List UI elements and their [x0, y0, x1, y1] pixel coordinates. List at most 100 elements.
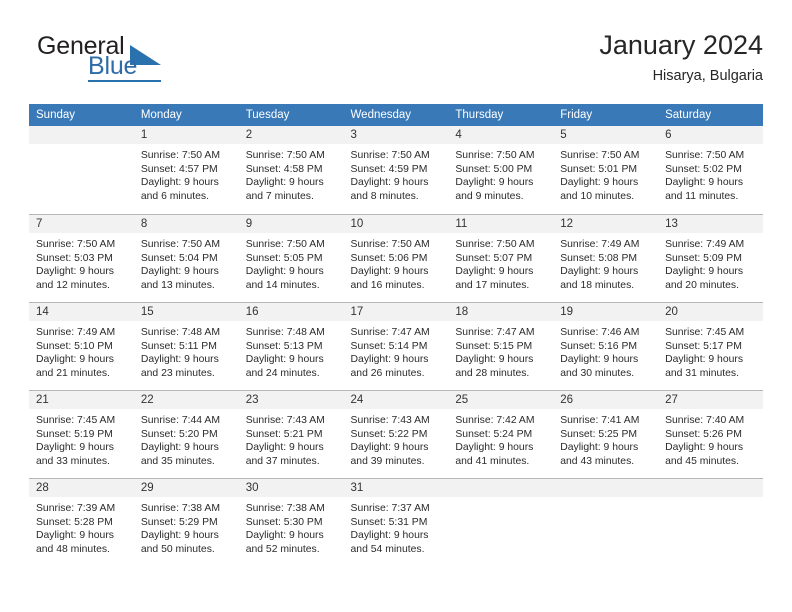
daylight-text-line1: Daylight: 9 hours	[560, 266, 639, 278]
sunrise-text: Sunrise: 7:49 AM	[36, 327, 116, 338]
daylight-text-line1: Daylight: 9 hours	[665, 354, 744, 366]
sunrise-text: Sunrise: 7:43 AM	[245, 415, 325, 426]
daylight-text-line2: and 37 minutes.	[245, 455, 320, 467]
weekday-header-saturday: Saturday	[658, 104, 763, 126]
sunset-text: Sunset: 5:19 PM	[36, 428, 113, 440]
daylight-text-line2: and 50 minutes.	[140, 543, 215, 555]
daylight-text-line2: and 7 minutes.	[245, 190, 314, 202]
page-subtitle: Hisarya, Bulgaria	[652, 68, 763, 84]
logo-word-blue: Blue	[88, 52, 138, 80]
calendar-day-cell[interactable]: 20 Sunrise: 7:45 AM Sunset: 5:17 PM Dayligh…	[658, 302, 763, 390]
daylight-text-line1: Daylight: 9 hours	[455, 177, 534, 189]
calendar-day-cell[interactable]: 18 Sunrise: 7:47 AM Sunset: 5:15 PM Dayligh…	[448, 302, 554, 390]
day-details: Sunrise: 7:42 AM Sunset: 5:24 PM Daylight:…	[448, 409, 553, 468]
day-details: Sunrise: 7:50 AM Sunset: 5:04 PM Daylight:…	[134, 233, 239, 292]
day-details: Sunrise: 7:45 AM Sunset: 5:17 PM Daylight:…	[658, 321, 763, 380]
daylight-text-line1: Daylight: 9 hours	[245, 266, 324, 278]
day-details: Sunrise: 7:38 AM Sunset: 5:30 PM Daylight:…	[239, 497, 344, 556]
day-number: 15	[133, 303, 239, 321]
sunrise-text: Sunrise: 7:50 AM	[455, 239, 535, 250]
calendar-day-cell[interactable]: 12 Sunrise: 7:49 AM Sunset: 5:08 PM Dayligh…	[553, 214, 659, 302]
day-details: Sunrise: 7:44 AM Sunset: 5:20 PM Daylight:…	[134, 409, 239, 468]
daylight-text-line1: Daylight: 9 hours	[665, 266, 744, 278]
calendar-day-cell[interactable]: 29 Sunrise: 7:38 AM Sunset: 5:29 PM Dayligh…	[133, 478, 239, 566]
calendar-day-cell[interactable]: 19 Sunrise: 7:46 AM Sunset: 5:16 PM Dayligh…	[553, 302, 659, 390]
day-number: 17	[343, 303, 449, 321]
day-number: 13	[658, 215, 763, 233]
sunrise-text: Sunrise: 7:50 AM	[560, 150, 640, 161]
calendar-day-cell[interactable]: 10 Sunrise: 7:50 AM Sunset: 5:06 PM Dayligh…	[343, 214, 449, 302]
general-blue-logo[interactable]: General Blue	[29, 32, 229, 90]
calendar-empty-cell	[448, 478, 554, 566]
daylight-text-line1: Daylight: 9 hours	[455, 266, 534, 278]
daylight-text-line1: Daylight: 9 hours	[245, 177, 324, 189]
day-details: Sunrise: 7:39 AM Sunset: 5:28 PM Daylight:…	[29, 497, 134, 556]
daylight-text-line1: Daylight: 9 hours	[350, 266, 429, 278]
calendar-day-cell[interactable]: 22 Sunrise: 7:44 AM Sunset: 5:20 PM Dayligh…	[133, 390, 239, 478]
daylight-text-line2: and 10 minutes.	[560, 190, 635, 202]
calendar-day-cell[interactable]: 25 Sunrise: 7:42 AM Sunset: 5:24 PM Dayligh…	[448, 390, 554, 478]
daylight-text-line1: Daylight: 9 hours	[350, 442, 429, 454]
sunrise-text: Sunrise: 7:50 AM	[245, 239, 325, 250]
calendar-day-cell[interactable]: 23 Sunrise: 7:43 AM Sunset: 5:21 PM Dayligh…	[238, 390, 344, 478]
calendar-day-cell[interactable]: 8 Sunrise: 7:50 AM Sunset: 5:04 PM Daylight…	[133, 214, 239, 302]
calendar-day-cell[interactable]: 30 Sunrise: 7:38 AM Sunset: 5:30 PM Dayligh…	[238, 478, 344, 566]
day-number: 28	[29, 479, 134, 497]
calendar-day-cell[interactable]: 2 Sunrise: 7:50 AM Sunset: 4:58 PM Daylight…	[238, 126, 344, 214]
sunrise-text: Sunrise: 7:50 AM	[455, 150, 535, 161]
sunrise-text: Sunrise: 7:44 AM	[140, 415, 220, 426]
calendar-cell: 24 Sunrise: 7:43 AM Sunset: 5:22 PM Dayligh…	[343, 390, 449, 478]
calendar-day-cell[interactable]: 4 Sunrise: 7:50 AM Sunset: 5:00 PM Daylight…	[448, 126, 554, 214]
day-details: Sunrise: 7:49 AM Sunset: 5:09 PM Daylight:…	[658, 233, 763, 292]
daylight-text-line1: Daylight: 9 hours	[140, 266, 219, 278]
calendar-cell: 17 Sunrise: 7:47 AM Sunset: 5:14 PM Dayligh…	[343, 302, 449, 390]
day-number: 4	[448, 126, 554, 144]
weekday-header-monday: Monday	[133, 104, 239, 126]
calendar-day-cell[interactable]: 31 Sunrise: 7:37 AM Sunset: 5:31 PM Dayligh…	[343, 478, 449, 566]
calendar-cell: 28 Sunrise: 7:39 AM Sunset: 5:28 PM Dayligh…	[29, 478, 134, 566]
calendar-day-cell[interactable]: 14 Sunrise: 7:49 AM Sunset: 5:10 PM Dayligh…	[29, 302, 134, 390]
calendar-day-cell[interactable]: 1 Sunrise: 7:50 AM Sunset: 4:57 PM Daylight…	[133, 126, 239, 214]
daylight-text-line2: and 26 minutes.	[350, 367, 425, 379]
calendar-day-cell[interactable]: 16 Sunrise: 7:48 AM Sunset: 5:13 PM Dayligh…	[238, 302, 344, 390]
calendar-day-cell[interactable]: 24 Sunrise: 7:43 AM Sunset: 5:22 PM Dayligh…	[343, 390, 449, 478]
calendar-day-cell[interactable]: 9 Sunrise: 7:50 AM Sunset: 5:05 PM Daylight…	[238, 214, 344, 302]
sunset-text: Sunset: 5:15 PM	[455, 340, 533, 352]
calendar-empty-cell	[658, 478, 763, 566]
calendar-day-cell[interactable]: 27 Sunrise: 7:40 AM Sunset: 5:26 PM Dayligh…	[658, 390, 763, 478]
day-number: 25	[448, 391, 554, 409]
sunrise-text: Sunrise: 7:47 AM	[455, 327, 535, 338]
day-details: Sunrise: 7:50 AM Sunset: 5:01 PM Daylight:…	[553, 144, 658, 203]
sunrise-text: Sunrise: 7:48 AM	[245, 327, 325, 338]
day-number: 7	[29, 215, 134, 233]
calendar-day-cell[interactable]: 26 Sunrise: 7:41 AM Sunset: 5:25 PM Dayligh…	[553, 390, 659, 478]
sunrise-text: Sunrise: 7:49 AM	[665, 239, 745, 250]
sunset-text: Sunset: 5:25 PM	[560, 428, 638, 440]
calendar-day-cell[interactable]: 6 Sunrise: 7:50 AM Sunset: 5:02 PM Daylight…	[658, 126, 763, 214]
calendar-day-cell[interactable]: 7 Sunrise: 7:50 AM Sunset: 5:03 PM Daylight…	[29, 214, 134, 302]
sunrise-text: Sunrise: 7:49 AM	[560, 239, 640, 250]
daylight-text-line2: and 9 minutes.	[455, 190, 524, 202]
calendar-day-cell[interactable]: 5 Sunrise: 7:50 AM Sunset: 5:01 PM Daylight…	[553, 126, 659, 214]
day-details: Sunrise: 7:47 AM Sunset: 5:15 PM Daylight:…	[448, 321, 553, 380]
calendar-day-cell[interactable]: 3 Sunrise: 7:50 AM Sunset: 4:59 PM Daylight…	[343, 126, 449, 214]
calendar-day-cell[interactable]: 28 Sunrise: 7:39 AM Sunset: 5:28 PM Dayligh…	[29, 478, 134, 566]
day-number: 5	[553, 126, 659, 144]
calendar-week-row: 14 Sunrise: 7:49 AM Sunset: 5:10 PM Dayligh…	[29, 302, 763, 390]
calendar-day-cell[interactable]: 21 Sunrise: 7:45 AM Sunset: 5:19 PM Dayligh…	[29, 390, 134, 478]
day-details: Sunrise: 7:50 AM Sunset: 5:07 PM Daylight:…	[448, 233, 553, 292]
day-number: 9	[238, 215, 344, 233]
calendar-day-cell[interactable]: 15 Sunrise: 7:48 AM Sunset: 5:11 PM Dayligh…	[133, 302, 239, 390]
day-details: Sunrise: 7:48 AM Sunset: 5:13 PM Daylight:…	[239, 321, 344, 380]
sunrise-text: Sunrise: 7:50 AM	[140, 239, 220, 250]
calendar-day-cell[interactable]: 17 Sunrise: 7:47 AM Sunset: 5:14 PM Dayligh…	[343, 302, 449, 390]
calendar-week-row: 1 Sunrise: 7:50 AM Sunset: 4:57 PM Daylight…	[29, 126, 763, 214]
daylight-text-line2: and 23 minutes.	[140, 367, 215, 379]
calendar-day-cell[interactable]: 13 Sunrise: 7:49 AM Sunset: 5:09 PM Dayligh…	[658, 214, 763, 302]
weekday-header-tuesday: Tuesday	[238, 104, 344, 126]
calendar-day-cell[interactable]: 11 Sunrise: 7:50 AM Sunset: 5:07 PM Dayligh…	[448, 214, 554, 302]
daylight-text-line1: Daylight: 9 hours	[665, 442, 744, 454]
calendar-table: Sunday Monday Tuesday Wednesday Thursday…	[29, 104, 763, 566]
calendar-cell: 23 Sunrise: 7:43 AM Sunset: 5:21 PM Dayligh…	[238, 390, 344, 478]
daylight-text-line2: and 41 minutes.	[455, 455, 530, 467]
